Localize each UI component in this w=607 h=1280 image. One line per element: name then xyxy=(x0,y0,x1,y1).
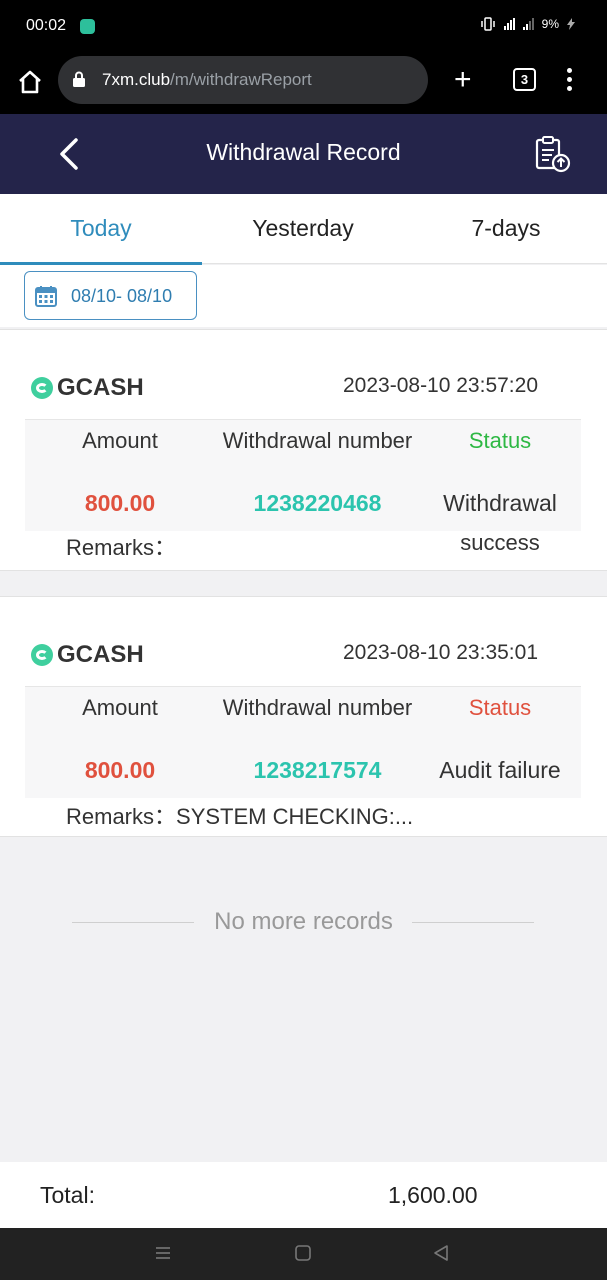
withdrawal-number-value: 1238217574 xyxy=(253,757,382,783)
status-value-line2: success xyxy=(460,530,540,555)
signal-icon-2 xyxy=(522,18,534,30)
payment-method: GCASH xyxy=(31,641,144,669)
page-title: Withdrawal Record xyxy=(206,139,401,165)
record-datetime: 2023-08-10 23:57:20 xyxy=(343,374,538,397)
divider-right xyxy=(412,922,534,923)
withdrawal-number-header: Withdrawal number xyxy=(222,695,413,720)
withdrawal-number-header: Withdrawal number xyxy=(222,428,413,453)
date-range-picker[interactable]: 08/10- 08/10 xyxy=(24,271,197,320)
new-tab-button[interactable]: + xyxy=(454,65,472,95)
url-text: 7xm.club/m/withdrawReport xyxy=(102,70,312,89)
record-datetime: 2023-08-10 23:35:01 xyxy=(343,641,538,664)
charging-icon xyxy=(567,18,575,30)
report-upload-icon[interactable] xyxy=(532,134,572,174)
status-value: Withdrawal xyxy=(443,490,557,516)
gcash-icon xyxy=(31,644,53,666)
date-range-text: 08/10- 08/10 xyxy=(71,286,173,306)
withdrawal-number-value: 1238220468 xyxy=(253,490,382,516)
end-of-list: No more records xyxy=(0,905,607,939)
payment-method-label: GCASH xyxy=(57,641,144,668)
tab-7-days[interactable]: 7-days xyxy=(405,194,607,264)
date-range-row: 08/10- 08/10 xyxy=(0,265,607,327)
address-bar[interactable]: 7xm.club/m/withdrawReport xyxy=(58,56,428,104)
back-nav-icon[interactable] xyxy=(430,1242,452,1264)
total-bar: Total: 1,600.00 xyxy=(0,1162,607,1228)
browser-menu-icon[interactable] xyxy=(567,68,577,92)
total-value: 1,600.00 xyxy=(388,1182,478,1208)
home-nav-icon[interactable] xyxy=(292,1242,314,1264)
tab-today[interactable]: Today xyxy=(0,194,202,264)
system-navigation-bar xyxy=(0,1228,607,1280)
status-header: Status xyxy=(468,428,532,453)
browser-toolbar: 7xm.club/m/withdrawReport + 3 xyxy=(0,52,607,114)
withdrawal-record-card[interactable]: GCASH 2023-08-10 23:35:01 Amount Withdra… xyxy=(0,596,607,837)
record-details: Amount Withdrawal number Status 800.00 1… xyxy=(25,419,581,531)
app-header: Withdrawal Record xyxy=(0,114,607,194)
status-time: 00:02 xyxy=(26,17,67,34)
calendar-icon xyxy=(35,286,57,307)
record-details: Amount Withdrawal number Status 800.00 1… xyxy=(25,686,581,798)
date-filter-tabs: Today Yesterday 7-days xyxy=(0,194,607,264)
tab-switcher-button[interactable]: 3 xyxy=(513,68,536,91)
total-label: Total: xyxy=(40,1182,95,1208)
app-notification-icon xyxy=(80,19,95,34)
recent-apps-icon[interactable] xyxy=(152,1242,174,1264)
home-icon[interactable] xyxy=(16,68,44,96)
remarks: Remarks： xyxy=(66,535,177,560)
tab-yesterday[interactable]: Yesterday xyxy=(202,194,404,264)
battery-percent: 9% xyxy=(541,17,559,31)
lock-icon xyxy=(73,71,85,87)
remarks: Remarks：SYSTEM CHECKING:... xyxy=(66,804,414,829)
status-indicators: 9% xyxy=(480,17,575,31)
signal-icon xyxy=(503,18,515,30)
payment-method-label: GCASH xyxy=(57,374,144,401)
amount-value: 800.00 xyxy=(84,757,156,783)
vibrate-icon xyxy=(480,17,495,31)
payment-method: GCASH xyxy=(31,374,144,402)
status-header: Status xyxy=(468,695,532,720)
gcash-icon xyxy=(31,377,53,399)
withdrawal-record-card[interactable]: GCASH 2023-08-10 23:57:20 Amount Withdra… xyxy=(0,329,607,571)
amount-value: 800.00 xyxy=(84,490,156,516)
amount-header: Amount xyxy=(82,428,158,453)
status-bar: 00:02 9% xyxy=(0,0,607,52)
amount-header: Amount xyxy=(82,695,158,720)
status-value: Audit failure xyxy=(439,757,561,783)
